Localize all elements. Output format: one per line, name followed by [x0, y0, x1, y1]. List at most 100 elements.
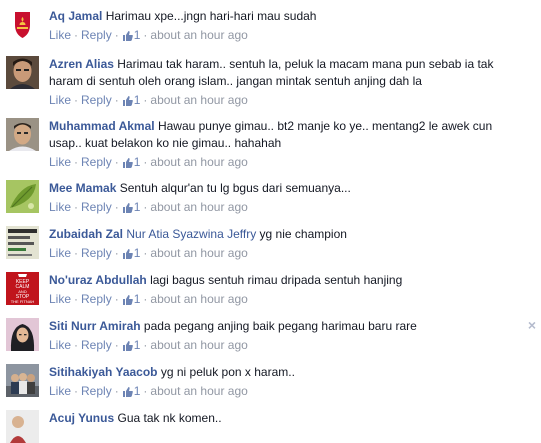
avatar[interactable]: KEEP CALM AND STOP THE FITNAH [6, 272, 39, 305]
separator: · [114, 28, 119, 42]
commenter-name[interactable]: Mee Mamak [49, 181, 116, 195]
comment-text: yg ni peluk pon x haram.. [160, 365, 295, 379]
like-count[interactable]: 1 [122, 384, 140, 398]
separator: · [114, 246, 119, 260]
like-count[interactable]: 1 [122, 28, 140, 42]
reply-link[interactable]: Reply [81, 28, 112, 42]
timestamp[interactable]: about an hour ago [150, 292, 247, 306]
commenter-name[interactable]: Muhammad Akmal [49, 119, 155, 133]
like-count[interactable]: 1 [122, 93, 140, 107]
separator: · [114, 292, 119, 306]
like-count[interactable]: 1 [122, 338, 140, 352]
reply-link[interactable]: Reply [81, 338, 112, 352]
reply-link[interactable]: Reply [81, 93, 112, 107]
like-link[interactable]: Like [49, 246, 71, 260]
thumbs-up-icon [122, 249, 133, 259]
timestamp[interactable]: about an hour ago [150, 384, 247, 398]
like-count[interactable]: 1 [122, 246, 140, 260]
separator: · [143, 200, 148, 214]
comment-actions: Like · Reply · 1 · about an hour ago [49, 337, 523, 354]
timestamp[interactable]: about an hour ago [150, 200, 247, 214]
reply-link[interactable]: Reply [81, 155, 112, 169]
comment-actions: Like · Reply · 1 · about an hour ago [49, 92, 523, 109]
like-count[interactable]: 1 [122, 155, 140, 169]
avatar[interactable] [6, 118, 39, 151]
separator: · [143, 384, 148, 398]
poster-icon [6, 226, 39, 259]
separator: · [74, 93, 79, 107]
comment-actions: Like · Reply · 1 · about an hour ago [49, 291, 523, 308]
separator: · [74, 384, 79, 398]
separator: · [143, 246, 148, 260]
timestamp[interactable]: about an hour ago [150, 28, 247, 42]
person-photo-icon [6, 410, 39, 443]
commenter-name[interactable]: Azren Alias [49, 57, 114, 71]
man-face-icon [6, 56, 39, 89]
comment-text: Harimau xpe...jngn hari-hari mau sudah [105, 9, 317, 23]
timestamp[interactable]: about an hour ago [150, 155, 247, 169]
separator: · [143, 28, 148, 42]
close-icon[interactable]: × [525, 318, 539, 332]
thumbs-up-icon [122, 295, 133, 305]
like-link[interactable]: Like [49, 28, 71, 42]
comment-text: yg nie champion [259, 227, 347, 241]
avatar[interactable] [6, 56, 39, 89]
like-link[interactable]: Like [49, 200, 71, 214]
avatar[interactable] [6, 226, 39, 259]
timestamp[interactable]: about an hour ago [150, 338, 247, 352]
separator: · [74, 155, 79, 169]
like-link[interactable]: Like [49, 155, 71, 169]
thumbs-up-icon [122, 158, 133, 168]
reply-link[interactable]: Reply [81, 246, 112, 260]
avatar[interactable] [6, 410, 39, 443]
separator: · [114, 93, 119, 107]
comment-actions: Like · Reply · 1 · about an hour ago [49, 245, 523, 262]
separator: · [143, 93, 148, 107]
commenter-name[interactable]: No'uraz Abdullah [49, 273, 147, 287]
comment-actions: Like · Reply · 1 · about an hour ago [49, 27, 523, 44]
comment-actions: Like · Reply · 1 · about an hour ago [49, 154, 523, 171]
reply-link[interactable]: Reply [81, 200, 112, 214]
like-link[interactable]: Like [49, 384, 71, 398]
group-photo-icon [6, 364, 39, 397]
commenter-name[interactable]: Acuj Yunus [49, 411, 114, 425]
avatar[interactable] [6, 364, 39, 397]
thumbs-up-icon [122, 203, 133, 213]
avatar[interactable] [6, 180, 39, 213]
tagged-user-link[interactable]: Nur Atia Syazwina Jeffry [126, 227, 256, 241]
avatar[interactable] [6, 8, 39, 41]
commenter-name[interactable]: Siti Nurr Amirah [49, 319, 141, 333]
separator: · [143, 338, 148, 352]
avatar[interactable] [6, 318, 39, 351]
timestamp[interactable]: about an hour ago [150, 246, 247, 260]
thumbs-up-icon [122, 96, 133, 106]
separator: · [74, 28, 79, 42]
comment-actions: Like · Reply · 1 · about an hour ago [49, 199, 523, 216]
separator: · [74, 292, 79, 306]
liverpool-crest-icon [6, 8, 39, 41]
commenter-name[interactable]: Aq Jamal [49, 9, 102, 23]
comment-actions: Like · Reply · 1 · about an hour ago [49, 383, 523, 400]
separator: · [143, 292, 148, 306]
reply-link[interactable]: Reply [81, 384, 112, 398]
separator: · [74, 200, 79, 214]
comment-text: pada pegang anjing baik pegang harimau b… [143, 319, 417, 333]
comment-text: Harimau tak haram.. sentuh la, peluk la … [49, 57, 494, 88]
like-link[interactable]: Like [49, 338, 71, 352]
separator: · [114, 200, 119, 214]
like-count[interactable]: 1 [122, 292, 140, 306]
commenter-name[interactable]: Zubaidah Zal [49, 227, 123, 241]
comment-text: Sentuh alqur'an tu lg bgus dari semuanya… [119, 181, 351, 195]
leaf-photo-icon [6, 180, 39, 213]
like-count[interactable]: 1 [122, 200, 140, 214]
timestamp[interactable]: about an hour ago [150, 93, 247, 107]
like-link[interactable]: Like [49, 93, 71, 107]
thumbs-up-icon [122, 387, 133, 397]
separator: · [74, 338, 79, 352]
hijab-woman-icon [6, 318, 39, 351]
commenter-name[interactable]: Sitihakiyah Yaacob [49, 365, 158, 379]
like-link[interactable]: Like [49, 292, 71, 306]
thumbs-up-icon [122, 31, 133, 41]
reply-link[interactable]: Reply [81, 292, 112, 306]
man-face-icon [6, 118, 39, 151]
